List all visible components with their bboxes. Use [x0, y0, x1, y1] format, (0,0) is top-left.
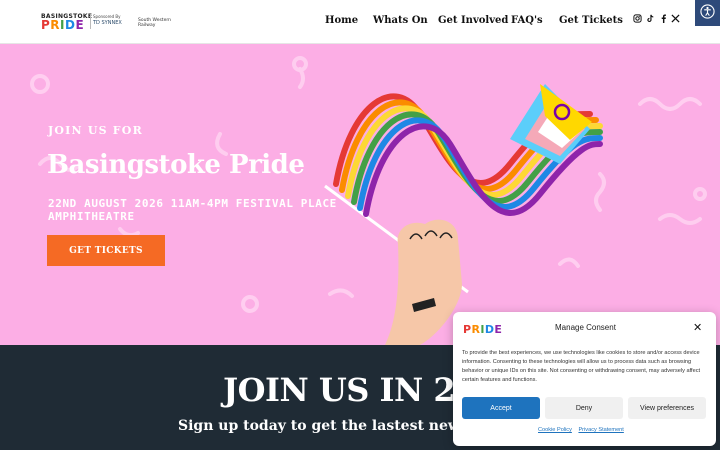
hero-kicker: JOIN US FOR: [48, 124, 143, 137]
facebook-icon[interactable]: [660, 14, 667, 26]
deny-button[interactable]: Deny: [545, 397, 623, 419]
nav-faqs[interactable]: FAQ's: [511, 15, 543, 26]
signup-heading: JOIN US IN 20: [223, 371, 477, 409]
tiktok-icon[interactable]: [646, 14, 655, 26]
site-header: BASINGSTOKE PRIDE Sponsored By TD SYNNEX…: [0, 0, 720, 44]
consent-logo: PRIDE: [463, 323, 503, 336]
privacy-statement-link[interactable]: Privacy Statement: [578, 427, 623, 433]
nav-get-involved[interactable]: Get Involved: [438, 15, 508, 26]
sponsored-by-label: Sponsored By: [93, 14, 121, 19]
cookie-consent-dialog: PRIDE Manage Consent ✕ To provide the be…: [453, 312, 716, 446]
consent-title: Manage Consent: [555, 323, 616, 332]
hero-banner: JOIN US FOR Basingstoke Pride 22ND AUGUS…: [0, 44, 720, 345]
logo-pride-text: PRIDE: [41, 18, 85, 32]
hero-date: 22ND AUGUST 2026 11AM-4PM FESTIVAL PLACE…: [48, 197, 337, 223]
nav-home[interactable]: Home: [325, 15, 358, 26]
decorative-squiggles: [30, 56, 707, 345]
instagram-icon[interactable]: [633, 14, 642, 26]
accept-button[interactable]: Accept: [462, 397, 540, 419]
accessibility-icon: [700, 3, 715, 23]
x-icon[interactable]: [671, 14, 680, 26]
get-tickets-button[interactable]: GET TICKETS: [47, 235, 165, 266]
site-logo[interactable]: BASINGSTOKE PRIDE Sponsored By TD SYNNEX…: [41, 13, 171, 31]
consent-links: Cookie Policy Privacy Statement: [538, 427, 629, 433]
nav-get-tickets[interactable]: Get Tickets: [559, 15, 623, 26]
logo-divider: [90, 15, 91, 29]
hero-title: Basingstoke Pride: [47, 150, 305, 180]
view-preferences-button[interactable]: View preferences: [628, 397, 706, 419]
sponsor-td-synnex: TD SYNNEX: [93, 20, 122, 26]
accessibility-button[interactable]: [695, 0, 720, 26]
nav-whats-on[interactable]: Whats On: [373, 15, 428, 26]
consent-body: To provide the best experiences, we use …: [462, 350, 701, 383]
cookie-policy-link[interactable]: Cookie Policy: [538, 427, 572, 433]
close-icon[interactable]: ✕: [693, 321, 702, 334]
sponsor-swr: South Western Railway: [138, 18, 171, 28]
